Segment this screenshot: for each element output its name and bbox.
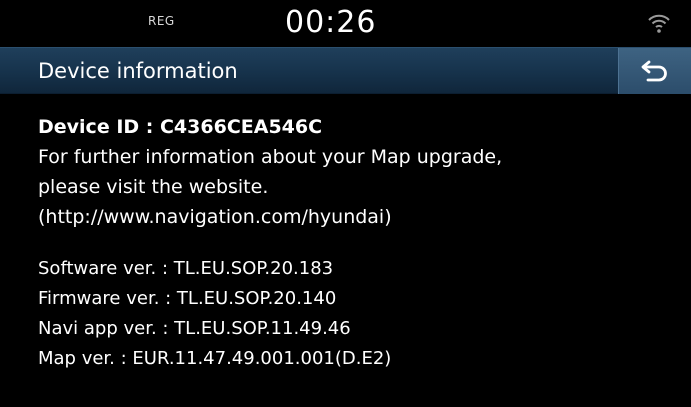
map-version: Map ver. : EUR.11.47.49.001.001(D.E2) <box>38 348 392 369</box>
info-line: For further information about your Map u… <box>38 146 503 168</box>
navi-app-version: Navi app ver. : TL.EU.SOP.11.49.46 <box>38 318 351 339</box>
wifi-signal-icon <box>646 10 672 36</box>
status-bar: REG 00:26 <box>0 0 691 47</box>
info-line: please visit the website. <box>38 176 269 198</box>
back-button[interactable] <box>618 48 691 94</box>
page-title: Device information <box>38 59 238 83</box>
software-version: Software ver. : TL.EU.SOP.20.183 <box>38 258 334 279</box>
reg-label: REG <box>148 14 175 28</box>
device-id: Device ID : C4366CEA546C <box>38 116 323 138</box>
website-url: (http://www.navigation.com/hyundai) <box>38 206 392 228</box>
back-arrow-icon <box>641 60 667 82</box>
clock: 00:26 <box>285 5 377 40</box>
header-bar: Device information <box>0 47 691 94</box>
device-info-content: Device ID : C4366CEA546C For further inf… <box>38 112 678 374</box>
firmware-version: Firmware ver. : TL.EU.SOP.20.140 <box>38 288 337 309</box>
